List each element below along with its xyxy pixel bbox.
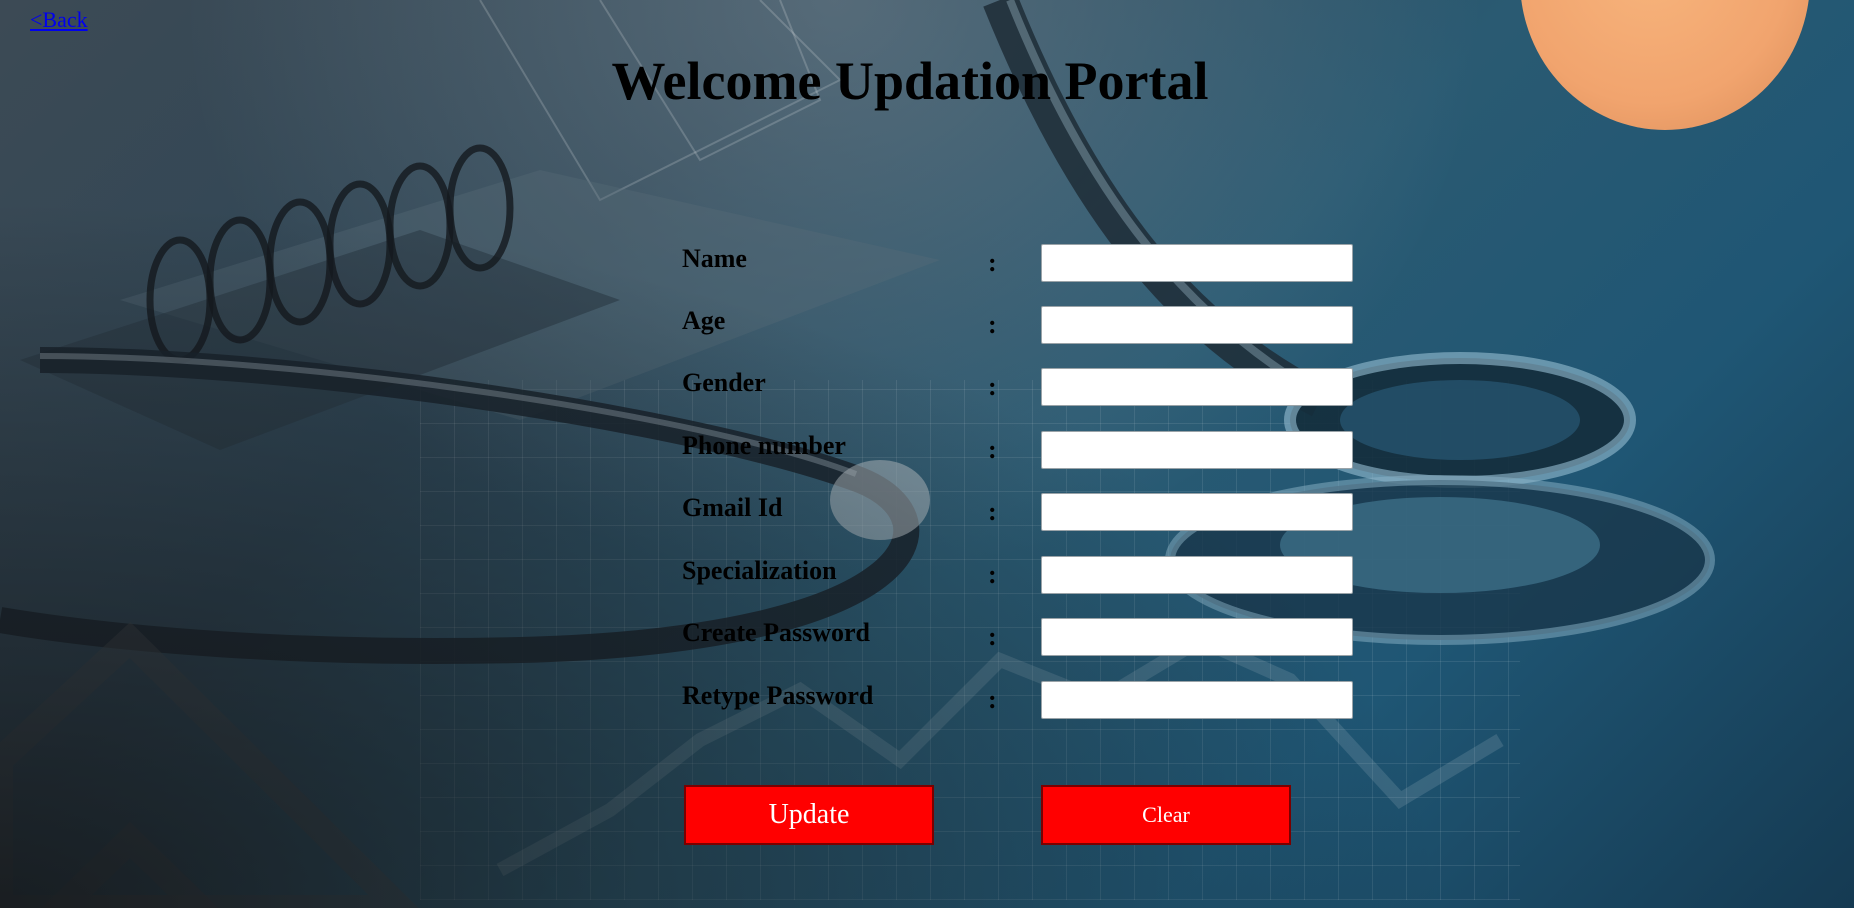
age-label: Age — [682, 306, 726, 335]
gender-input[interactable] — [1041, 368, 1353, 406]
clear-button[interactable]: Clear — [1041, 785, 1291, 845]
gmail-input[interactable] — [1041, 493, 1353, 531]
create-password-row: Create Password : — [682, 618, 1362, 658]
retype-password-input[interactable] — [1041, 681, 1353, 719]
phone-label: Phone number — [682, 431, 846, 460]
gmail-separator: : — [988, 497, 997, 526]
create-password-input[interactable] — [1041, 618, 1353, 656]
retype-password-label: Retype Password — [682, 681, 874, 710]
gender-separator: : — [988, 372, 997, 401]
gmail-row: Gmail Id : — [682, 493, 1362, 533]
create-password-separator: : — [988, 622, 997, 651]
name-separator: : — [988, 248, 997, 277]
gender-row: Gender : — [682, 368, 1362, 408]
retype-password-row: Retype Password : — [682, 681, 1362, 721]
age-separator: : — [988, 310, 997, 339]
specialization-separator: : — [988, 560, 997, 589]
specialization-input[interactable] — [1041, 556, 1353, 594]
update-button[interactable]: Update — [684, 785, 934, 845]
specialization-label: Specialization — [682, 556, 837, 585]
gender-label: Gender — [682, 368, 766, 397]
age-row: Age : — [682, 306, 1362, 346]
age-input[interactable] — [1041, 306, 1353, 344]
retype-password-separator: : — [988, 685, 997, 714]
back-link[interactable]: <Back — [30, 7, 88, 33]
phone-separator: : — [988, 435, 997, 464]
phone-row: Phone number : — [682, 431, 1362, 471]
page-title: Welcome Updation Portal — [611, 51, 1209, 111]
name-row: Name : — [682, 244, 1362, 284]
gmail-label: Gmail Id — [682, 493, 783, 522]
create-password-label: Create Password — [682, 618, 870, 647]
specialization-row: Specialization : — [682, 556, 1362, 596]
phone-input[interactable] — [1041, 431, 1353, 469]
name-input[interactable] — [1041, 244, 1353, 282]
name-label: Name — [682, 244, 747, 273]
